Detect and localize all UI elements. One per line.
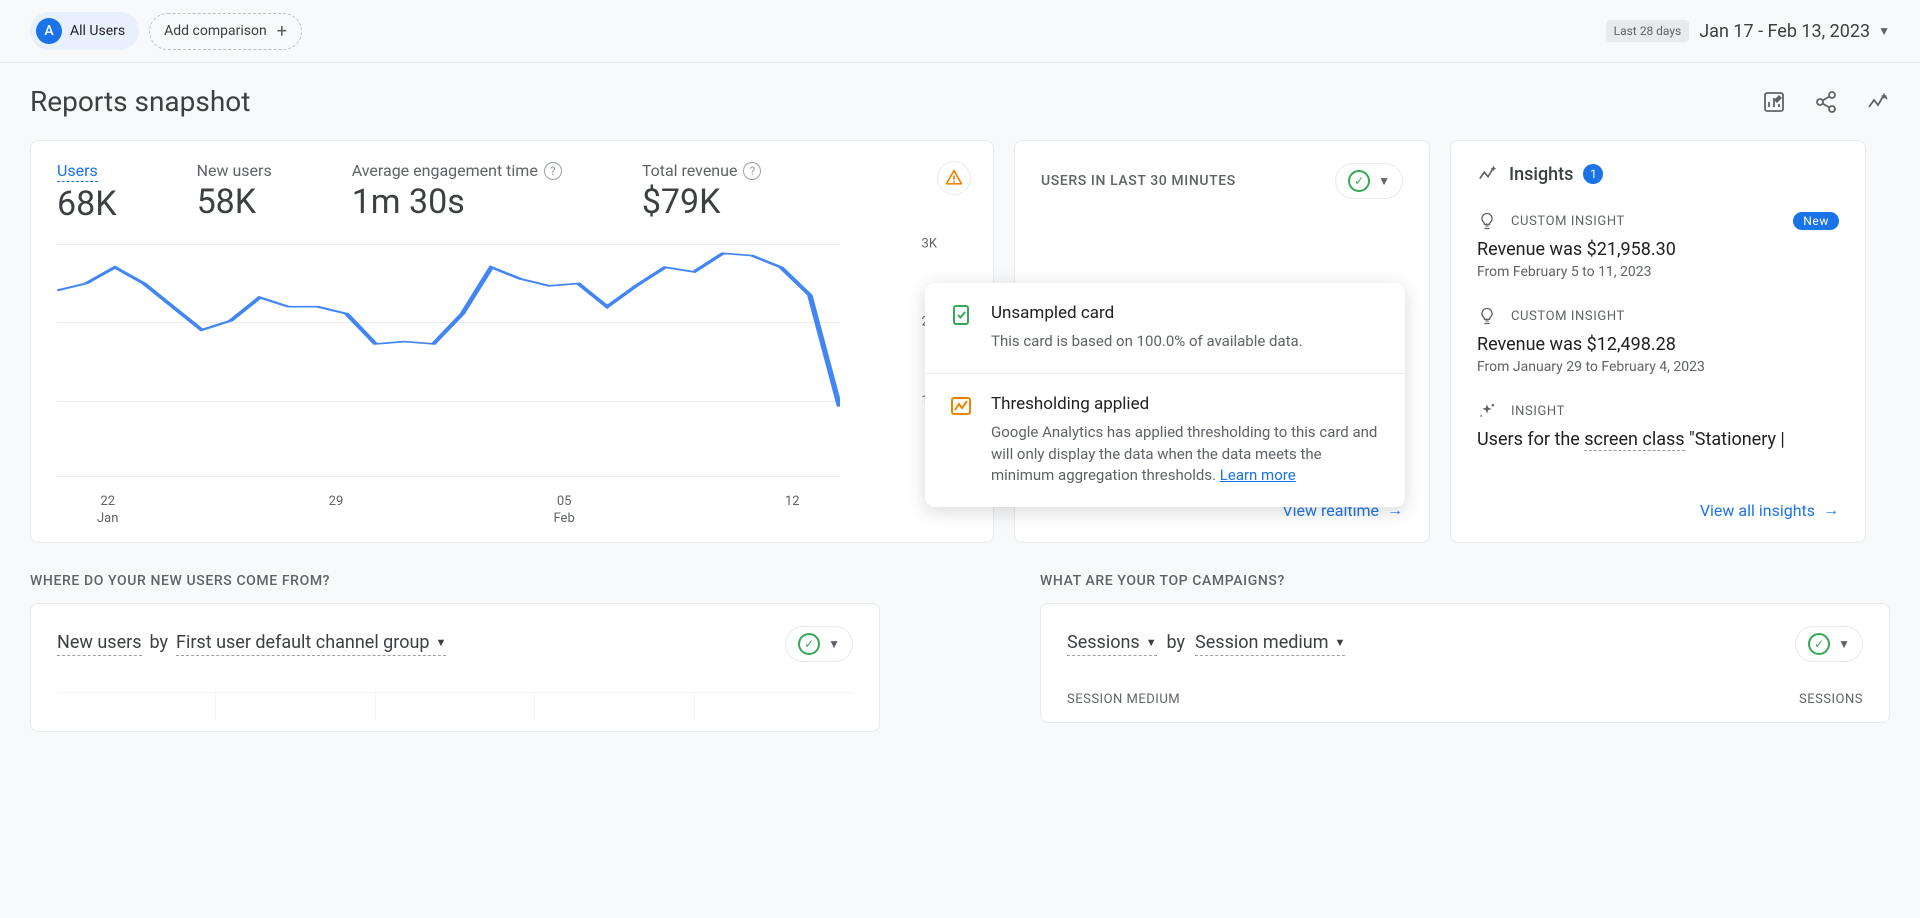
metric-tabs: Users 68K New users 58K Average engageme… [57, 161, 967, 224]
segment-badge: A [36, 18, 62, 44]
page-title: Reports snapshot [30, 85, 250, 118]
x-axis: 22Jan 29 05Feb 12 [57, 494, 840, 528]
insight-tag: CUSTOM INSIGHT [1511, 214, 1625, 229]
bulb-icon [1477, 211, 1497, 231]
chevron-down-icon: ▼ [436, 636, 447, 649]
insight-sub: From January 29 to February 4, 2023 [1477, 359, 1839, 375]
add-comparison-button[interactable]: Add comparison + [149, 13, 302, 50]
insight-title: Revenue was $21,958.30 [1477, 239, 1839, 260]
metric-label: New users [197, 161, 272, 180]
metric-new-users[interactable]: New users 58K [197, 161, 272, 224]
y-tick: 3K [922, 237, 937, 252]
new-badge: New [1793, 212, 1839, 230]
customize-icon[interactable] [1762, 90, 1786, 114]
view-all-insights-link[interactable]: View all insights → [1477, 500, 1839, 520]
card-metric-selector[interactable]: Sessions▼ by Session medium▼ [1067, 632, 1345, 656]
chevron-down-icon: ▼ [828, 637, 840, 651]
table-col-header: SESSION MEDIUM [1067, 692, 1465, 707]
realtime-title: USERS IN LAST 30 MINUTES [1041, 173, 1236, 189]
add-comparison-label: Add comparison [164, 23, 267, 39]
insight-item[interactable]: CUSTOM INSIGHT Revenue was $12,498.28 Fr… [1477, 306, 1839, 375]
chevron-down-icon: ▼ [1378, 174, 1390, 188]
new-users-card: New users by First user default channel … [30, 603, 880, 732]
chevron-down-icon: ▼ [1878, 24, 1890, 38]
users-line-chart: 3K 2K 1K 0 22Jan 29 05Feb 12 [57, 244, 967, 524]
insight-item[interactable]: CUSTOM INSIGHT New Revenue was $21,958.3… [1477, 211, 1839, 280]
popover-title: Unsampled card [991, 303, 1303, 323]
popover-text: This card is based on 100.0% of availabl… [991, 331, 1303, 353]
metric-label: Total revenue? [642, 161, 762, 180]
date-range-text: Jan 17 - Feb 13, 2023 [1699, 21, 1870, 42]
insights-title: Insights [1509, 164, 1573, 185]
metric-total-revenue[interactable]: Total revenue? $79K [642, 161, 762, 224]
help-icon[interactable]: ? [544, 162, 562, 180]
insight-item[interactable]: INSIGHT Users for the screen class "Stat… [1477, 401, 1839, 450]
bulb-icon [1477, 306, 1497, 326]
section-heading: WHAT ARE YOUR TOP CAMPAIGNS? [1040, 573, 1890, 589]
segment-all-users[interactable]: A All Users [30, 12, 139, 50]
insight-tag: INSIGHT [1511, 404, 1565, 419]
metric-value: 68K [57, 184, 117, 224]
metric-label: Users [57, 161, 98, 182]
chevron-down-icon: ▼ [1146, 636, 1157, 649]
header-actions [1762, 90, 1890, 114]
arrow-right-icon: → [1823, 500, 1839, 520]
chevron-down-icon: ▼ [1334, 636, 1345, 649]
insights-count-badge: 1 [1583, 164, 1603, 184]
metric-users[interactable]: Users 68K [57, 161, 117, 224]
data-quality-button[interactable]: ✓ ▼ [785, 626, 853, 662]
insights-card: Insights 1 CUSTOM INSIGHT New Revenue wa… [1450, 140, 1866, 543]
insight-title: Users for the screen class "Stationery | [1477, 429, 1839, 450]
document-check-icon [949, 303, 973, 327]
chevron-down-icon: ▼ [1838, 637, 1850, 651]
popover-title: Thresholding applied [991, 394, 1381, 414]
help-icon[interactable]: ? [743, 162, 761, 180]
plus-icon: + [277, 21, 287, 42]
insight-title: Revenue was $12,498.28 [1477, 334, 1839, 355]
card-metric-selector[interactable]: New users by First user default channel … [57, 632, 446, 656]
sessions-card: Sessions▼ by Session medium▼ ✓ ▼ SESSION… [1040, 603, 1890, 723]
segment-label: All Users [70, 23, 125, 39]
check-icon: ✓ [1348, 170, 1370, 192]
filter-bar: A All Users Add comparison + Last 28 day… [0, 0, 1920, 63]
share-icon[interactable] [1814, 90, 1838, 114]
learn-more-link[interactable]: Learn more [1220, 466, 1296, 484]
insights-icon [1477, 163, 1499, 185]
metric-value: 58K [197, 182, 272, 222]
overview-card: Users 68K New users 58K Average engageme… [30, 140, 994, 543]
check-icon: ✓ [1808, 633, 1830, 655]
data-quality-popover: Unsampled card This card is based on 100… [925, 283, 1405, 507]
metric-engagement-time[interactable]: Average engagement time? 1m 30s [352, 161, 562, 224]
chart-alert-icon [949, 394, 973, 418]
sparkle-icon [1477, 401, 1497, 421]
metric-label: Average engagement time? [352, 161, 562, 180]
date-preset-label: Last 28 days [1606, 20, 1690, 42]
insight-tag: CUSTOM INSIGHT [1511, 309, 1625, 324]
check-icon: ✓ [798, 633, 820, 655]
data-quality-button[interactable]: ✓ ▼ [1335, 163, 1403, 199]
page-header: Reports snapshot [0, 63, 1920, 140]
metric-value: 1m 30s [352, 182, 562, 222]
insight-sub: From February 5 to 11, 2023 [1477, 264, 1839, 280]
section-heading: WHERE DO YOUR NEW USERS COME FROM? [30, 573, 880, 589]
date-range-picker[interactable]: Jan 17 - Feb 13, 2023 ▼ [1699, 21, 1890, 42]
insights-spark-icon[interactable] [1866, 90, 1890, 114]
metric-value: $79K [642, 182, 762, 222]
popover-text: Google Analytics has applied thresholdin… [991, 422, 1381, 487]
data-quality-button[interactable]: ✓ ▼ [1795, 626, 1863, 662]
table-col-header: SESSIONS [1465, 692, 1863, 707]
